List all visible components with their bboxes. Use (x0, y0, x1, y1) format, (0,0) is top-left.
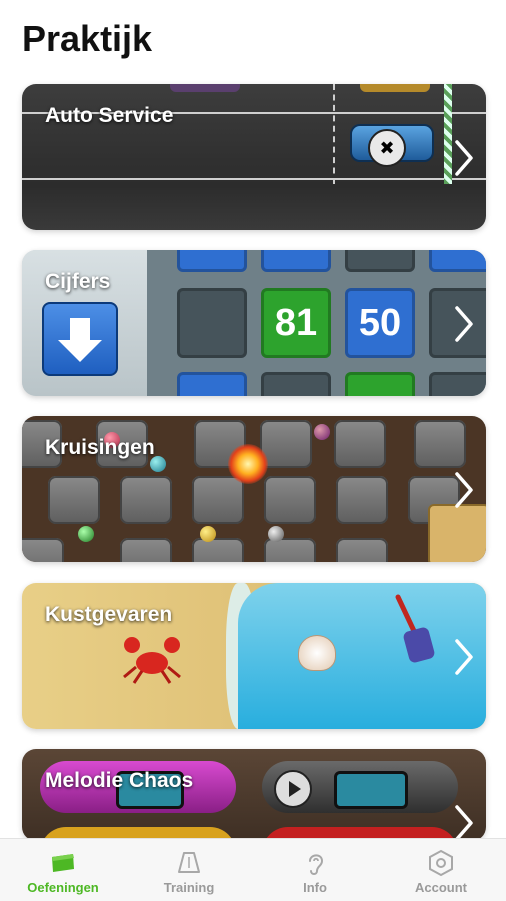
road-line (22, 178, 486, 180)
exercise-card-kustgevaren[interactable]: Kustgevaren (22, 583, 486, 729)
tab-label: Account (415, 880, 467, 895)
exercise-title: Auto Service (45, 104, 174, 127)
tab-label: Oefeningen (27, 880, 99, 895)
grid-tile (177, 250, 247, 272)
number-grid: 81 50 (147, 250, 486, 396)
chevron-right-icon (452, 304, 476, 344)
exercise-title: Kruisingen (45, 436, 155, 459)
stone-tile (336, 538, 388, 562)
tab-account[interactable]: Account (378, 839, 504, 901)
tab-training[interactable]: Training (126, 839, 252, 901)
bell-icon (175, 849, 203, 877)
stone-tile (22, 538, 64, 562)
grid-tile (345, 372, 415, 396)
stone-tile (264, 476, 316, 524)
stone-tile (48, 476, 100, 524)
ball (200, 526, 216, 542)
arrow-down-icon (42, 302, 118, 376)
explosion-graphic (228, 444, 268, 484)
music-track-graphic (262, 761, 458, 813)
ball (78, 526, 94, 542)
tab-info[interactable]: Info (252, 839, 378, 901)
ball (314, 424, 330, 440)
grid-tile (177, 288, 247, 358)
stone-tile (120, 476, 172, 524)
stone-tile (120, 538, 172, 562)
ear-icon (301, 849, 329, 877)
ball (268, 526, 284, 542)
crab-icon (120, 633, 184, 690)
chevron-right-icon (452, 138, 476, 178)
grid-tile-50: 50 (345, 288, 415, 358)
grid-tile (429, 372, 486, 396)
tab-bar: Oefeningen Training Info Account (0, 838, 506, 901)
grid-tile (345, 250, 415, 272)
exercise-card-cijfers[interactable]: 81 50 Cijfers (22, 250, 486, 396)
tools-icon: ✖ (368, 129, 406, 167)
grid-tile (261, 372, 331, 396)
grid-tile (261, 250, 331, 272)
page-title: Praktijk (22, 18, 153, 59)
play-icon (274, 770, 312, 808)
tab-label: Info (303, 880, 327, 895)
crate-graphic (428, 504, 486, 562)
stone-tile (414, 420, 466, 468)
exercise-card-melodie-chaos[interactable]: Melodie Chaos (22, 749, 486, 841)
grid-tile (177, 372, 247, 396)
car-graphic (360, 84, 430, 92)
road-stripe (444, 84, 452, 184)
exercise-card-auto-service[interactable]: ✖ Auto Service (22, 84, 486, 230)
shovel-icon (388, 591, 438, 676)
hexagon-icon (427, 849, 455, 877)
chevron-right-icon (452, 637, 476, 677)
exercise-title: Kustgevaren (45, 603, 173, 626)
sea-graphic (238, 583, 486, 729)
exercise-title: Melodie Chaos (45, 769, 194, 792)
stone-tile (336, 476, 388, 524)
stone-tile (192, 476, 244, 524)
grid-tile-81: 81 (261, 288, 331, 358)
tab-label: Training (163, 880, 215, 895)
stone-tile (264, 538, 316, 562)
tab-oefeningen[interactable]: Oefeningen (0, 839, 126, 901)
exercise-title: Cijfers (45, 270, 111, 293)
chevron-right-icon (452, 803, 476, 841)
stone-tile (334, 420, 386, 468)
shell-icon (298, 635, 336, 671)
grid-tile (429, 250, 486, 272)
flag-icon (49, 849, 77, 877)
track-display (334, 771, 408, 809)
stone-tile (192, 538, 244, 562)
lane-divider (333, 84, 335, 184)
exercise-card-kruisingen[interactable]: Kruisingen (22, 416, 486, 562)
chevron-right-icon (452, 470, 476, 510)
car-graphic (170, 84, 240, 92)
